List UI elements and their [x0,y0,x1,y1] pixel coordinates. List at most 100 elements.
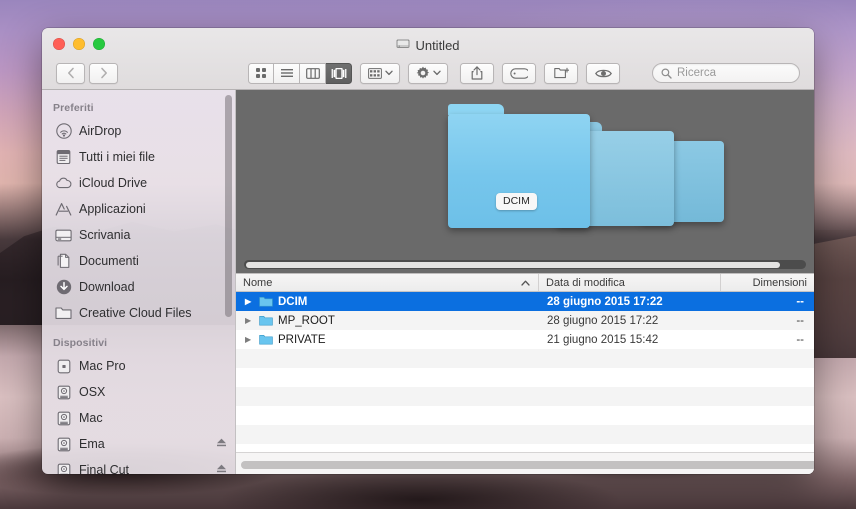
disclosure-triangle-icon[interactable]: ▶ [245,297,254,306]
icon-view-button[interactable] [248,62,274,84]
sidebar-item-label: Tutti i miei file [79,150,155,164]
folder-icon [259,334,273,345]
share-icon [471,66,483,80]
sidebar-item-label: OSX [79,385,106,399]
folder-icon [55,305,72,322]
file-name-label: PRIVATE [278,333,326,346]
grid-icon [256,68,266,78]
file-list-header: Nome Data di modifica Dimensioni [236,273,814,292]
sidebar-item-scrivania[interactable]: Scrivania [42,222,235,248]
file-list-bottom-bar [236,452,814,474]
sidebar-item-creative-cloud-files[interactable]: Creative Cloud Files [42,300,235,326]
share-button[interactable] [460,62,494,84]
list-view-button[interactable] [274,62,300,84]
sidebar-section-header-preferiti: Preferiti [53,102,94,114]
eject-icon[interactable] [216,437,227,451]
window-body: Preferiti AirDrop Tutti i miei file iClo… [42,90,814,474]
chevron-right-icon [100,67,107,79]
finder-sidebar: Preferiti AirDrop Tutti i miei file iClo… [42,90,236,474]
sidebar-item-mac-pro[interactable]: Mac Pro [42,353,235,379]
coverflow-scrollbar-thumb[interactable] [246,261,780,268]
arrange-button[interactable] [360,62,400,84]
disclosure-triangle-icon[interactable]: ▶ [245,316,254,325]
quicklook-button[interactable] [586,62,620,84]
coverflow-selected-label: DCIM [496,193,537,210]
coverflow-icon [331,67,346,79]
applications-icon [55,201,72,218]
table-row[interactable]: ▶ MP_ROOT 28 giugno 2015 17:22 -- [236,311,814,330]
search-field[interactable]: Ricerca [652,63,800,83]
sidebar-item-documenti[interactable]: Documenti [42,248,235,274]
sidebar-item-airdrop[interactable]: AirDrop [42,118,235,144]
sidebar-scrollbar[interactable] [225,95,232,317]
view-mode-segmented-control [248,62,352,84]
sidebar-item-applicazioni[interactable]: Applicazioni [42,196,235,222]
empty-row [236,425,814,444]
column-header-dimensioni[interactable]: Dimensioni [720,274,814,291]
table-row[interactable]: ▶ DCIM 28 giugno 2015 17:22 -- [236,292,814,311]
sort-ascending-icon [521,277,530,289]
sidebar-item-label: Mac Pro [79,359,126,373]
file-name-cell: ▶ PRIVATE [236,334,538,346]
finder-toolbar: Ricerca [42,58,814,88]
forward-button[interactable] [89,62,118,84]
hard-disk-icon [55,384,72,401]
sidebar-item-osx[interactable]: OSX [42,379,235,405]
file-name-cell: ▶ MP_ROOT [236,315,538,327]
empty-row [236,368,814,387]
gear-icon [416,66,429,79]
column-view-button[interactable] [300,62,326,84]
column-header-data-di-modifica[interactable]: Data di modifica [538,274,720,291]
empty-row [236,406,814,425]
table-row[interactable]: ▶ PRIVATE 21 giugno 2015 15:42 -- [236,330,814,349]
sidebar-item-tutti-i-miei-file[interactable]: Tutti i miei file [42,144,235,170]
action-button[interactable] [408,62,448,84]
hard-disk-icon [55,410,72,427]
chevron-left-icon [67,67,74,79]
navigation-buttons [56,62,118,84]
documents-icon [55,253,72,270]
sidebar-item-final-cut[interactable]: Final Cut [42,457,235,474]
coverflow-panel[interactable]: DCIM [236,90,814,273]
sidebar-item-ema[interactable]: Ema [42,431,235,457]
sidebar-item-label: Scrivania [79,228,131,242]
sidebar-item-label: Ema [79,437,105,451]
coverflow-scrollbar[interactable] [244,260,806,269]
downloads-icon [55,279,72,296]
sidebar-item-label: AirDrop [79,124,122,138]
disclosure-triangle-icon[interactable]: ▶ [245,335,254,344]
search-placeholder: Ricerca [677,67,716,79]
sidebar-item-download[interactable]: Download [42,274,235,300]
sidebar-item-icloud-drive[interactable]: iCloud Drive [42,170,235,196]
file-list-horizontal-scrollbar[interactable] [241,461,814,469]
coverflow-view-button[interactable] [326,62,352,84]
empty-row [236,444,814,452]
tag-button[interactable] [502,62,536,84]
sidebar-item-mac[interactable]: Mac [42,405,235,431]
file-size-cell: -- [796,295,804,308]
sidebar-item-label: Download [79,280,135,294]
sidebar-item-label: Creative Cloud Files [79,306,192,320]
column-header-label: Dimensioni [752,276,807,289]
sidebar-section-header-dispositivi: Dispositivi [53,337,108,349]
airdrop-icon [55,123,72,140]
back-button[interactable] [56,62,85,84]
folder-icon [259,315,273,326]
eject-icon[interactable] [216,463,227,474]
column-header-label: Data di modifica [546,276,625,289]
window-title-label: Untitled [415,37,460,53]
icloud-icon [55,175,72,192]
file-size-cell: -- [796,333,804,346]
file-size-cell: -- [796,314,804,327]
desktop-icon [55,227,72,244]
hard-disk-icon [55,462,72,474]
file-date-cell: 21 giugno 2015 15:42 [547,333,659,346]
new-folder-button[interactable] [544,62,578,84]
column-header-nome[interactable]: Nome [236,274,538,291]
mac-pro-icon [55,358,72,375]
file-list[interactable]: ▶ DCIM 28 giugno 2015 17:22 -- ▶ MP_ROOT… [236,292,814,452]
folder-icon [259,296,273,307]
coverflow-item-dcim[interactable]: DCIM [448,104,590,228]
sidebar-item-label: Final Cut [79,463,130,474]
window-titlebar: Untitled Ricerca [42,28,814,90]
